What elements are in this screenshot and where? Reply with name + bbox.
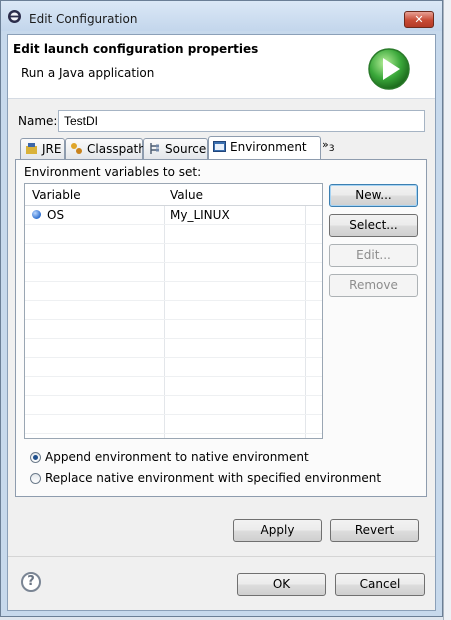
append-radio[interactable] <box>30 452 41 463</box>
select-button[interactable]: Select... <box>329 214 418 237</box>
table-row-empty <box>25 225 322 244</box>
header-subtitle: Run a Java application <box>21 66 155 80</box>
source-icon <box>150 143 159 154</box>
tab-jre-label: JRE <box>42 142 62 156</box>
tab-environment-label: Environment <box>230 140 307 154</box>
name-label: Name: <box>18 114 58 128</box>
replace-radio-label[interactable]: Replace native environment with specifie… <box>45 471 381 485</box>
table-row-empty <box>25 301 322 320</box>
variable-value: My_LINUX <box>170 208 230 222</box>
tab-source-label: Source <box>165 142 207 156</box>
classpath-icon <box>71 143 82 154</box>
table-header: Variable Value <box>25 184 322 206</box>
edit-button[interactable]: Edit... <box>329 244 418 267</box>
tab-classpath[interactable]: Classpath <box>65 138 146 159</box>
background-window-edge <box>443 0 451 620</box>
apply-button[interactable]: Apply <box>233 519 322 542</box>
new-button[interactable]: New... <box>329 184 418 207</box>
table-row[interactable]: OS My_LINUX <box>25 206 322 225</box>
replace-radio[interactable] <box>30 473 41 484</box>
cancel-button[interactable]: Cancel <box>335 573 425 596</box>
append-radio-label[interactable]: Append environment to native environment <box>45 450 309 464</box>
tabs-overflow-chevron: » <box>322 138 329 151</box>
table-row-empty <box>25 415 322 434</box>
tab-environment[interactable]: Environment <box>208 136 321 160</box>
table-row-empty <box>25 282 322 301</box>
table-row-empty <box>25 396 322 415</box>
environment-variables-label: Environment variables to set: <box>24 165 202 179</box>
table-row-empty <box>25 339 322 358</box>
close-button[interactable]: ✕ <box>404 11 434 28</box>
header-title: Edit launch configuration properties <box>13 42 259 56</box>
table-row-empty <box>25 358 322 377</box>
variable-icon <box>32 210 41 219</box>
tab-jre[interactable]: JRE <box>20 138 65 159</box>
tabs-overflow-count: 3 <box>328 143 335 155</box>
window-title: Edit Configuration <box>29 12 138 26</box>
table-row-empty <box>25 377 322 396</box>
column-header-value[interactable]: Value <box>170 188 203 202</box>
column-header-variable[interactable]: Variable <box>32 188 81 202</box>
remove-button[interactable]: Remove <box>329 274 418 297</box>
table-row-empty <box>25 320 322 339</box>
tab-source[interactable]: Source <box>143 138 208 159</box>
jre-icon <box>26 143 37 154</box>
help-icon[interactable]: ? <box>21 572 41 592</box>
run-icon <box>368 48 410 90</box>
revert-button[interactable]: Revert <box>330 519 419 542</box>
footer-divider <box>8 556 435 557</box>
ok-button[interactable]: OK <box>237 573 326 596</box>
tab-classpath-label: Classpath <box>87 142 146 156</box>
eclipse-app-icon <box>8 10 21 23</box>
name-input[interactable] <box>58 110 425 132</box>
variable-name: OS <box>47 208 65 222</box>
environment-variables-table[interactable]: Variable Value OS My_LINUX <box>24 183 323 439</box>
table-row-empty <box>25 263 322 282</box>
tabs-overflow-button[interactable]: »3 <box>322 138 335 154</box>
environment-icon <box>213 141 226 152</box>
table-row-empty <box>25 244 322 263</box>
